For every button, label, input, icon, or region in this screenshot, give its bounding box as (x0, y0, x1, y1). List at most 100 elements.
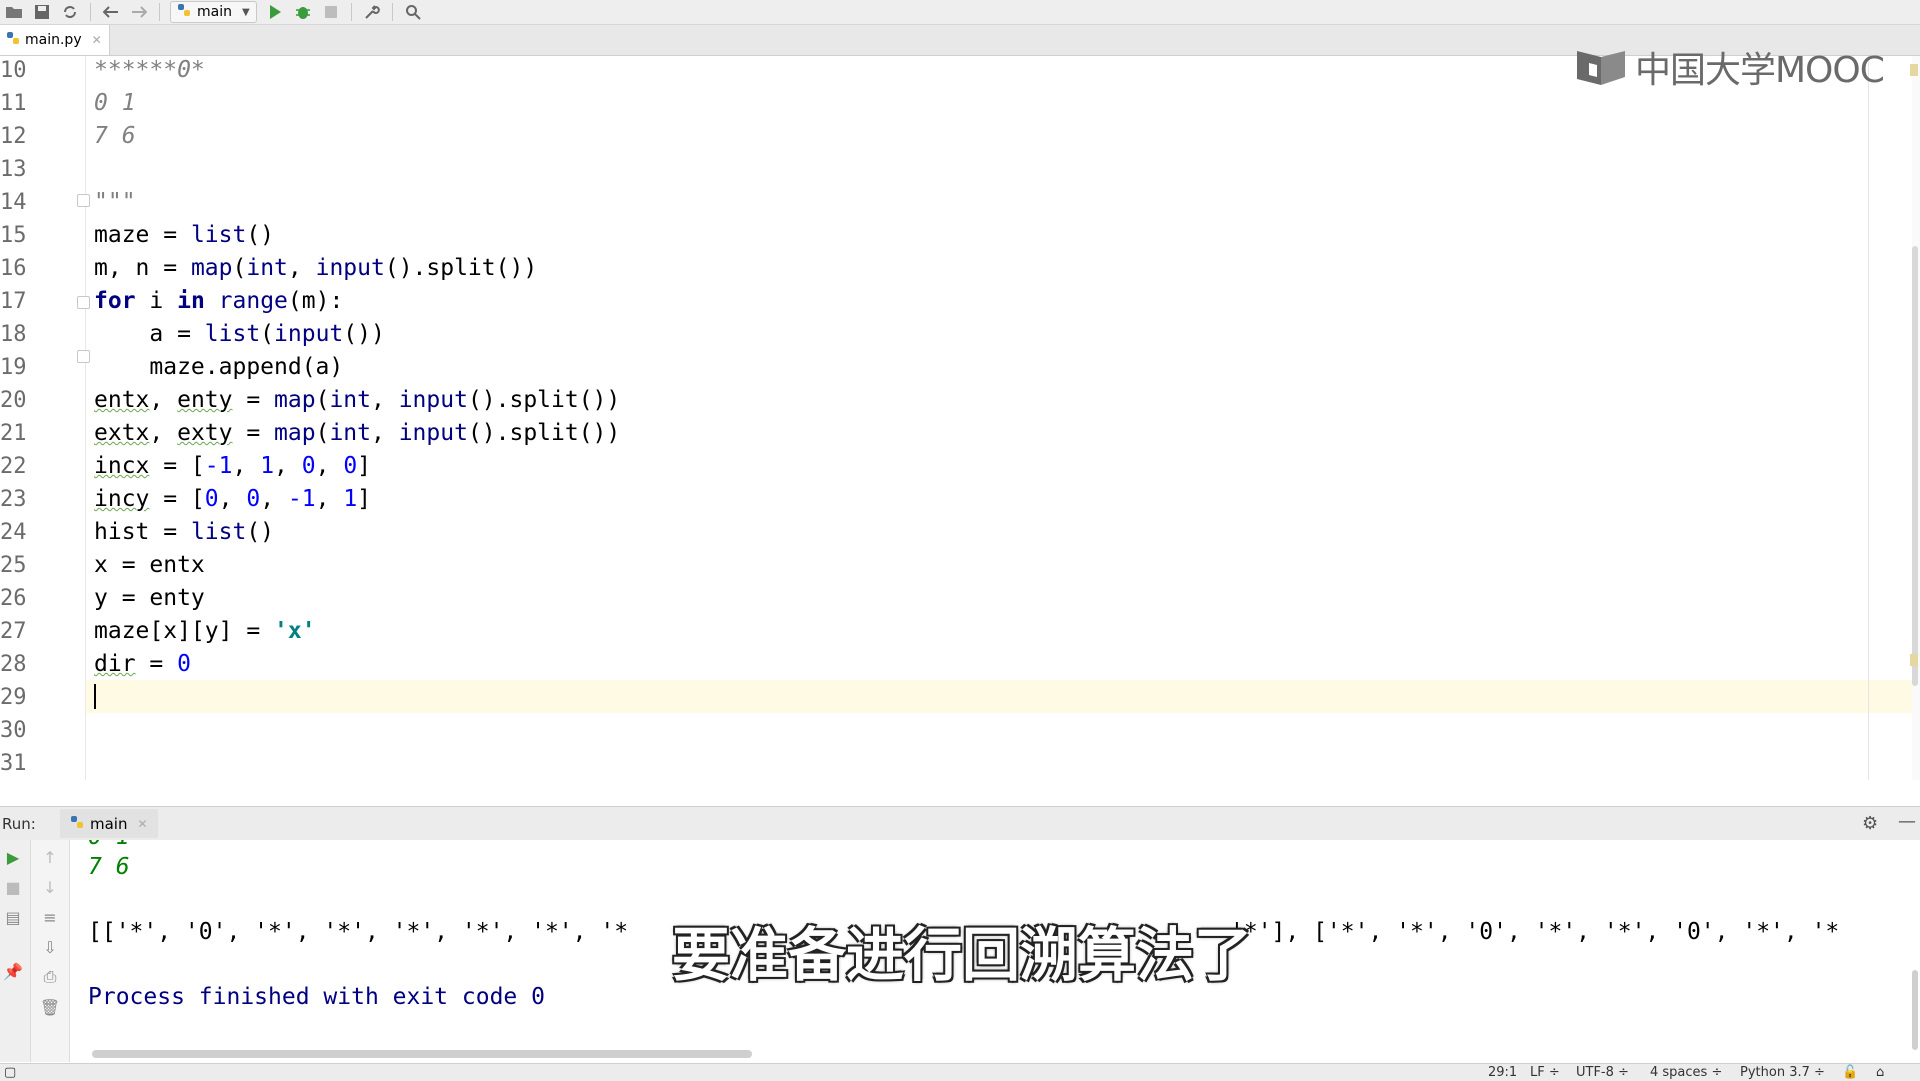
trash-icon[interactable]: 🗑 (39, 996, 61, 1018)
code-line-23: incy = [0, 0, -1, 1] (94, 486, 372, 512)
tab-label: main.py (25, 32, 82, 48)
line-number: 12 (0, 124, 27, 149)
rerun-icon[interactable]: ▶ (2, 846, 24, 868)
open-folder-icon[interactable] (0, 1, 28, 23)
line-number: 15 (0, 223, 27, 248)
line-number: 25 (0, 553, 27, 578)
arrow-down-icon[interactable]: ↓ (39, 876, 61, 898)
line-number: 22 (0, 454, 27, 479)
line-number: 16 (0, 256, 27, 281)
console-horizontal-scrollbar[interactable] (92, 1050, 752, 1058)
code-line-18: a = list(input()) (94, 321, 385, 347)
code-line-20: entx, enty = map(int, input().split()) (94, 387, 621, 413)
code-line-27: maze[x][y] = 'x' (94, 618, 316, 644)
minimize-icon[interactable]: — (1898, 811, 1916, 832)
right-margin-guide (1868, 56, 1869, 780)
back-icon[interactable] (97, 1, 125, 23)
run-toolbar-left: ▶ ■ ▤ 📌 (0, 840, 31, 1062)
forward-icon[interactable] (125, 1, 153, 23)
error-stripe-marker[interactable] (1910, 654, 1918, 666)
tab-main-py[interactable]: main.py ✕ (0, 25, 110, 55)
code-line-24: hist = list() (94, 519, 275, 545)
run-config-label: main (197, 4, 232, 20)
logo-text: 中国大学MOOC (1635, 50, 1885, 91)
toolbar-separator (90, 3, 91, 21)
line-number: 19 (0, 355, 27, 380)
tab-run-main[interactable]: main ✕ (60, 809, 158, 838)
run-toolbar-right: ↑ ↓ ≡ ⇩ ⎙ 🗑 (31, 840, 70, 1062)
save-icon[interactable] (28, 1, 56, 23)
line-number: 26 (0, 586, 27, 611)
console-line: 7 6 (88, 854, 130, 880)
line-number: 28 (0, 652, 27, 677)
arrow-up-icon[interactable]: ↑ (39, 846, 61, 868)
line-number: 30 (0, 718, 27, 743)
indent-setting[interactable]: 4 spaces ÷ (1650, 1065, 1722, 1080)
code-line-12: 7 6 (94, 123, 136, 149)
main-toolbar: main ▼ (0, 0, 1920, 25)
mooc-book-icon (1577, 51, 1625, 85)
line-number: 23 (0, 487, 27, 512)
current-line-highlight (86, 680, 1920, 713)
stop-icon[interactable]: ■ (2, 876, 24, 898)
close-icon[interactable]: ✕ (92, 33, 102, 47)
console-line-partial: 0 1 (88, 840, 130, 850)
status-bar: ▢ 29:1 LF ÷ UTF-8 ÷ 4 spaces ÷ Python 3.… (0, 1063, 1920, 1081)
close-icon[interactable]: ✕ (137, 817, 147, 831)
fold-marker-icon[interactable] (77, 194, 90, 207)
line-number: 10 (0, 58, 27, 83)
scroll-to-end-icon[interactable]: ⇩ (39, 936, 61, 958)
fold-marker-icon[interactable] (77, 350, 90, 363)
toolbar-separator (159, 3, 160, 21)
debug-icon[interactable] (289, 1, 317, 23)
code-line-26: y = enty (94, 585, 205, 611)
code-line-22: incx = [-1, 1, 0, 0] (94, 453, 372, 479)
line-number: 18 (0, 322, 27, 347)
python-file-icon (6, 31, 20, 49)
process-finished-message: Process finished with exit code 0 (88, 984, 545, 1010)
lock-icon[interactable]: 🔓 (1842, 1065, 1858, 1080)
video-subtitle: 要准备进行回溯算法了 (672, 921, 1253, 989)
line-separator[interactable]: LF ÷ (1530, 1065, 1560, 1080)
line-number: 31 (0, 751, 27, 776)
search-icon[interactable] (399, 1, 427, 23)
text-caret (94, 684, 96, 709)
run-panel-header: Run: main ✕ ⚙ — (0, 806, 1920, 841)
code-line-21: extx, exty = map(int, input().split()) (94, 420, 621, 446)
inspector-icon[interactable]: ⌂ (1876, 1065, 1884, 1080)
code-line-14: """ (94, 189, 136, 215)
soft-wrap-icon[interactable]: ≡ (39, 906, 61, 928)
fold-marker-icon[interactable] (77, 296, 90, 309)
caret-position[interactable]: 29:1 (1488, 1065, 1517, 1080)
code-line-16: m, n = map(int, input().split()) (94, 255, 538, 281)
file-encoding[interactable]: UTF-8 ÷ (1576, 1065, 1629, 1080)
run-configuration-select[interactable]: main ▼ (170, 1, 257, 23)
line-number: 17 (0, 289, 27, 314)
code-line-15: maze = list() (94, 222, 275, 248)
code-line-11: 0 1 (94, 90, 136, 116)
sync-icon[interactable] (56, 1, 84, 23)
console-list-output-right: '*'], ['*', '*', '0', '*', '*', '0', '*'… (1230, 919, 1840, 945)
stop-icon[interactable] (317, 1, 345, 23)
code-line-17: for i in range(m): (94, 288, 344, 314)
console-vertical-scrollbar[interactable] (1912, 970, 1918, 1050)
layout-icon[interactable]: ▤ (2, 906, 24, 928)
print-icon[interactable]: ⎙ (39, 966, 61, 988)
code-line-25: x = entx (94, 552, 205, 578)
python-interpreter[interactable]: Python 3.7 ÷ (1740, 1065, 1825, 1080)
pin-icon[interactable]: 📌 (2, 960, 24, 982)
toolbar-separator (391, 3, 393, 21)
error-stripe-marker[interactable] (1910, 64, 1918, 76)
console-list-output-left: [['*', '0', '*', '*', '*', '*', '*', '* (88, 919, 629, 945)
code-line-19: maze.append(a) (94, 354, 344, 380)
line-number: 29 (0, 685, 27, 710)
code-line-28: dir = 0 (94, 651, 191, 677)
tool-window-toggle-icon[interactable]: ▢ (4, 1065, 16, 1080)
wrench-icon[interactable] (358, 1, 386, 23)
gear-icon[interactable]: ⚙ (1862, 813, 1878, 834)
line-number: 14 (0, 190, 27, 215)
run-icon[interactable] (261, 1, 289, 23)
editor-scrollbar-thumb[interactable] (1912, 246, 1918, 686)
code-editor[interactable]: 10 11 12 13 14 15 16 17 18 19 20 21 22 23 24 25 26 27 28 29… (0, 56, 1920, 780)
mooc-logo: 中国大学MOOC (1575, 44, 1885, 91)
